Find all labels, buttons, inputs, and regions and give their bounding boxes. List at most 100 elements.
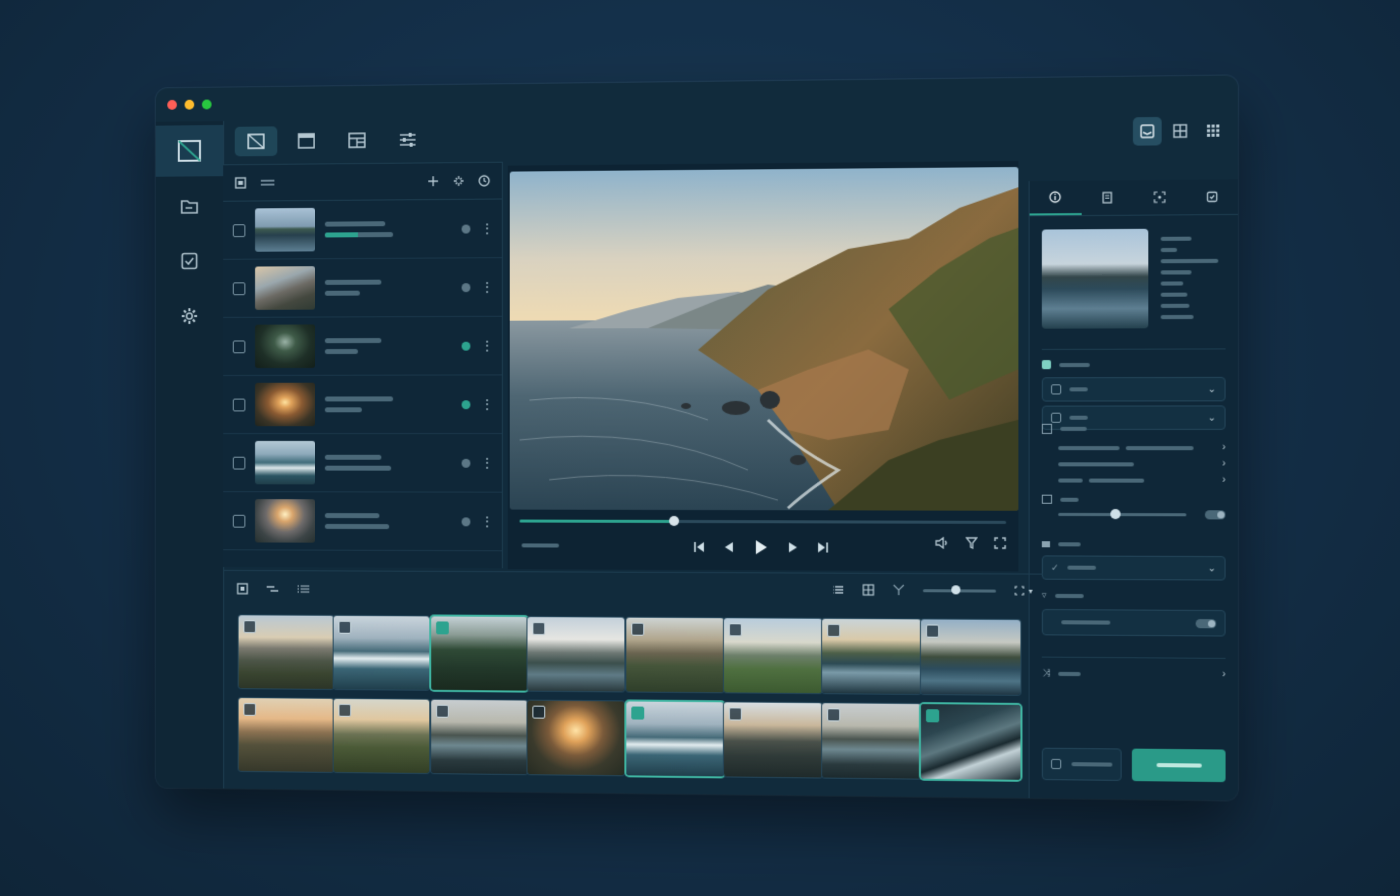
list-item[interactable]: ⋮: [223, 434, 502, 493]
row-checkbox[interactable]: [232, 456, 246, 470]
slider-handle[interactable]: [951, 584, 961, 594]
thumbnail-checkbox[interactable]: [827, 708, 841, 722]
filter-icon[interactable]: [966, 537, 978, 549]
checklist-icon[interactable]: [297, 584, 311, 594]
dropdown-checkbox[interactable]: [1051, 412, 1062, 423]
more-options-icon[interactable]: ⋮: [480, 279, 494, 296]
thumbnail-checkbox[interactable]: [338, 620, 352, 634]
more-options-icon[interactable]: ⋮: [480, 513, 494, 530]
list-item[interactable]: ⋮: [223, 492, 502, 552]
secondary-button[interactable]: [1041, 747, 1122, 781]
option-dropdown[interactable]: ✓ ⌄: [1041, 555, 1226, 581]
filmstrip-thumbnail[interactable]: [431, 699, 528, 775]
list-item[interactable]: ⋮: [223, 316, 502, 376]
rail-item-folders[interactable]: [156, 180, 223, 232]
attribute-row[interactable]: ›: [1058, 458, 1226, 470]
filmstrip-thumbnail[interactable]: [333, 698, 430, 774]
row-checkbox[interactable]: [232, 339, 246, 353]
rail-item-tasks[interactable]: [156, 235, 223, 287]
focus-box-icon[interactable]: [237, 583, 249, 595]
thumbnail-checkbox[interactable]: [243, 702, 257, 716]
thumbnail-checkbox[interactable]: [631, 622, 645, 636]
thumbnail-checkbox[interactable]: [532, 622, 546, 636]
thumbnail-checkbox[interactable]: [728, 623, 742, 637]
filmstrip-thumbnail[interactable]: [333, 615, 430, 690]
plus-icon[interactable]: [427, 175, 439, 187]
slider-handle[interactable]: [1110, 508, 1121, 520]
filmstrip-thumbnail[interactable]: [626, 701, 724, 777]
grid-view-icon[interactable]: [862, 584, 874, 596]
view-mode-single[interactable]: [1132, 116, 1162, 146]
funnel-icon[interactable]: [893, 584, 905, 596]
fit-dropdown[interactable]: ▾: [1014, 586, 1033, 596]
clock-icon[interactable]: [478, 175, 490, 187]
tab-layout[interactable]: [336, 125, 379, 155]
list-lines-icon[interactable]: [260, 178, 275, 188]
preview-image[interactable]: [509, 167, 1019, 511]
thumbnail-checkbox[interactable]: [728, 707, 742, 721]
minimize-button[interactable]: [184, 99, 195, 110]
collapse-row[interactable]: ⤨ ›: [1041, 656, 1226, 681]
tab-viewer[interactable]: [234, 126, 278, 157]
skip-back-icon[interactable]: [693, 541, 705, 553]
filmstrip-thumbnail[interactable]: [238, 698, 334, 772]
zoom-button[interactable]: [201, 99, 212, 110]
inspector-slider[interactable]: [1058, 508, 1187, 520]
thumbnail-checkbox[interactable]: [631, 706, 645, 720]
next-icon[interactable]: [787, 541, 799, 553]
view-mode-grid-3[interactable]: [1199, 116, 1228, 145]
volume-icon[interactable]: [935, 537, 949, 549]
scrubber-handle[interactable]: [668, 515, 679, 526]
prev-icon[interactable]: [723, 541, 735, 553]
thumbnail-checkbox[interactable]: [243, 620, 257, 634]
fullscreen-icon[interactable]: [994, 537, 1006, 549]
more-options-icon[interactable]: ⋮: [480, 454, 494, 471]
filmstrip-thumbnail[interactable]: [822, 703, 921, 779]
attribute-row[interactable]: ›: [1058, 442, 1226, 453]
filmstrip-thumbnail[interactable]: [822, 618, 921, 694]
tab-info[interactable]: [1029, 180, 1082, 216]
rail-item-settings[interactable]: [156, 290, 223, 341]
more-options-icon[interactable]: ⋮: [480, 337, 494, 354]
thumbnail-checkbox[interactable]: [436, 621, 449, 635]
thumbnail-checkbox[interactable]: [338, 703, 352, 717]
filmstrip-thumbnail[interactable]: [527, 617, 625, 692]
tab-adjust[interactable]: [386, 125, 429, 155]
list-item[interactable]: ⋮: [223, 258, 502, 318]
tab-tag[interactable]: [1186, 179, 1238, 214]
property-dropdown[interactable]: ⌄: [1041, 376, 1226, 402]
more-options-icon[interactable]: ⋮: [480, 220, 494, 237]
dropdown-checkbox[interactable]: [1051, 384, 1062, 395]
play-icon[interactable]: [753, 539, 769, 555]
tab-panel[interactable]: [285, 126, 328, 156]
filmstrip-thumbnail[interactable]: [626, 617, 724, 693]
compare-icon[interactable]: [266, 584, 280, 594]
primary-button[interactable]: [1131, 748, 1226, 783]
row-checkbox[interactable]: [232, 281, 246, 295]
row-checkbox[interactable]: [232, 223, 246, 237]
close-button[interactable]: [167, 99, 177, 110]
image-icon[interactable]: [235, 177, 247, 189]
filmstrip-thumbnail[interactable]: [527, 700, 625, 776]
thumbnail-checkbox[interactable]: [436, 704, 449, 718]
thumbnail-checkbox[interactable]: [926, 624, 940, 638]
view-mode-grid-2[interactable]: [1166, 117, 1195, 146]
filmstrip-thumbnail[interactable]: [723, 702, 823, 778]
tab-document[interactable]: [1081, 180, 1133, 215]
toggle-switch[interactable]: [1195, 618, 1217, 628]
filmstrip-thumbnail[interactable]: [920, 704, 1021, 780]
sparkle-icon[interactable]: [453, 175, 465, 187]
more-options-icon[interactable]: ⋮: [480, 396, 494, 413]
tab-focus[interactable]: [1133, 180, 1185, 215]
thumbnail-checkbox[interactable]: [827, 623, 841, 638]
scrubber[interactable]: [519, 515, 1007, 526]
filmstrip-thumbnail[interactable]: [238, 615, 334, 689]
filmstrip-thumbnail[interactable]: [723, 618, 823, 694]
attribute-row[interactable]: ›: [1058, 474, 1226, 486]
filmstrip-thumbnail[interactable]: [920, 619, 1021, 695]
toggle-switch[interactable]: [1204, 510, 1226, 520]
list-item[interactable]: ⋮: [223, 199, 502, 260]
thumbnail-size-slider[interactable]: [922, 584, 996, 594]
row-checkbox[interactable]: [232, 514, 246, 528]
row-checkbox[interactable]: [232, 398, 246, 411]
